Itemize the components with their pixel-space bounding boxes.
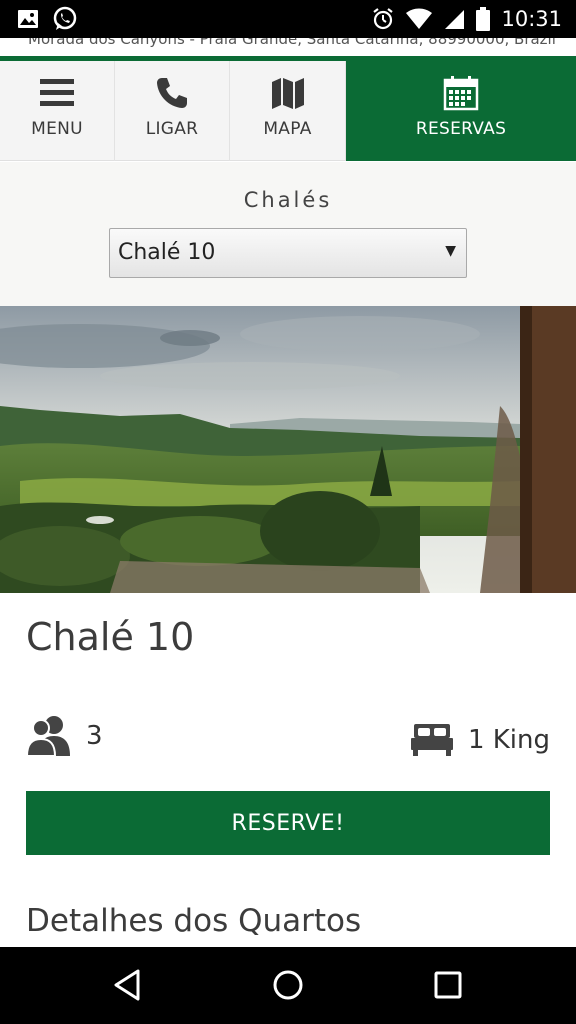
dropdown-arrow-icon: ▼ [445,243,456,259]
bed-info: 1 King [410,717,550,763]
beds-text: 1 King [467,725,550,755]
nav-menu-button[interactable]: MENU [0,61,115,161]
back-icon[interactable] [110,967,146,1003]
guests-count: 3 [86,721,103,751]
status-time: 10:31 [501,7,562,31]
wifi-icon [406,8,433,29]
chalet-selector-label: Chalés [243,188,333,212]
nav-reservas-label: RESERVAS [415,119,507,139]
home-icon[interactable] [270,967,306,1003]
chalet-select[interactable]: Chalé 10 ▼ [109,228,467,278]
hamburger-menu-icon [40,79,74,106]
nav-mapa-label: MAPA [263,119,312,139]
nav-ligar-button[interactable]: LIGAR [115,61,230,161]
bed-icon [410,724,453,756]
main-nav: MENU LIGAR MAPA RESERVAS [0,61,576,161]
notification-icons [16,6,78,32]
nav-menu-label: MENU [31,119,83,139]
alarm-icon [373,8,394,30]
guest-capacity: 3 [26,713,103,759]
phone-icon [157,78,187,108]
reserve-button[interactable]: RESERVE! [26,791,550,855]
status-bar: 10:31 [0,0,576,38]
address-strip: Morada dos Canyons - Praia Grande, Santa… [0,38,576,56]
room-details-heading: Detalhes dos Quartos [26,903,362,939]
chalet-photo [0,306,576,593]
nav-mapa-button[interactable]: MAPA [230,61,346,161]
signal-icon [445,10,465,29]
chalet-details: Chalé 10 3 1 King RESERVE! Detalhes dos … [0,593,576,947]
chalet-select-value: Chalé 10 [118,240,216,265]
recent-apps-icon[interactable] [430,967,466,1003]
android-nav-bar [0,947,576,1024]
chalet-selector-section: Chalés Chalé 10 ▼ [0,162,576,306]
guests-icon [26,716,70,757]
nav-reservas-button[interactable]: RESERVAS [346,61,576,161]
system-icons: 10:31 [371,6,562,32]
mountain-valley-landscape-photo [0,306,576,593]
map-icon [271,78,304,109]
nav-ligar-label: LIGAR [145,119,199,139]
calendar-icon [443,76,479,111]
chalet-title: Chalé 10 [26,615,195,659]
image-notification-icon [18,10,38,28]
whatsapp-icon [53,6,77,30]
battery-icon [476,7,491,31]
address-text: Morada dos Canyons - Praia Grande, Santa… [28,38,556,48]
